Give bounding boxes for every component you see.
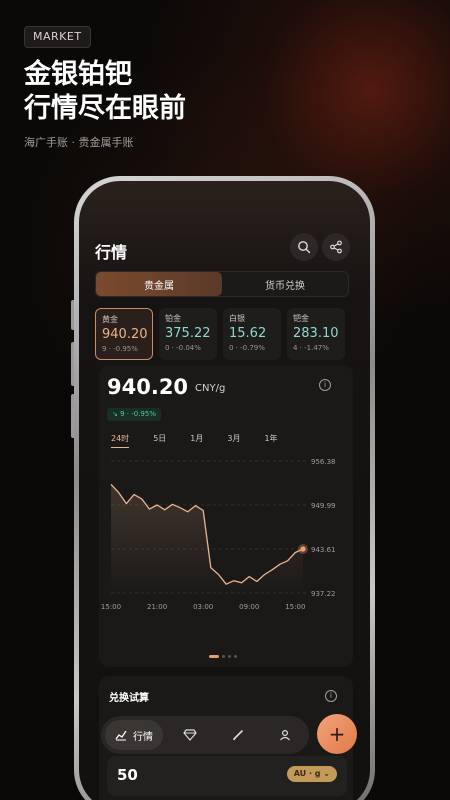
y-tick-label: 943.61 bbox=[311, 546, 336, 554]
subline: 海广手账 · 贵金属手账 bbox=[24, 136, 134, 149]
info-icon[interactable]: i bbox=[325, 690, 337, 702]
share-button[interactable] bbox=[322, 233, 350, 261]
metal-card-palladium[interactable]: 钯金 283.10 4 · -1.47% bbox=[287, 308, 345, 360]
user-icon bbox=[280, 729, 290, 741]
bottom-nav: 行情 bbox=[101, 716, 309, 754]
pencil-icon bbox=[232, 730, 243, 741]
x-tick-label: 15:00 bbox=[101, 603, 121, 611]
search-icon bbox=[298, 241, 311, 254]
price-delta-badge: ↘ 9 · -0.95% bbox=[107, 408, 161, 421]
metal-change: 4 · -1.47% bbox=[293, 344, 329, 352]
range-tab-1m[interactable]: 1月 bbox=[190, 433, 203, 448]
nav-item-profile[interactable] bbox=[265, 729, 305, 741]
range-tab-3m[interactable]: 3月 bbox=[227, 433, 240, 448]
amount-value: 50 bbox=[117, 766, 138, 784]
page-dot bbox=[228, 655, 231, 658]
amount-field[interactable]: 50 AU · g ⌄ bbox=[107, 756, 347, 796]
metal-name: 铂金 bbox=[165, 314, 181, 323]
chart-icon bbox=[115, 730, 127, 741]
nav-label: 行情 bbox=[133, 731, 153, 743]
page-title: 行情 bbox=[95, 243, 128, 262]
metal-price: 940.20 bbox=[102, 327, 148, 342]
metal-card-platinum[interactable]: 铂金 375.22 0 · -0.04% bbox=[159, 308, 217, 360]
metal-price: 375.22 bbox=[165, 326, 211, 341]
range-tab-24h[interactable]: 24时 bbox=[111, 433, 130, 448]
nav-item-assets[interactable] bbox=[170, 729, 210, 741]
y-tick-label: 937.22 bbox=[311, 590, 336, 598]
range-tabs: 24时 5日 1月 3月 1年 bbox=[111, 433, 278, 448]
x-tick-label: 03:00 bbox=[193, 603, 213, 611]
info-icon[interactable]: i bbox=[319, 379, 331, 391]
nav-item-market[interactable]: 行情 bbox=[105, 720, 163, 750]
metal-name: 钯金 bbox=[293, 314, 309, 323]
range-tab-5d[interactable]: 5日 bbox=[153, 433, 166, 448]
add-record-button[interactable]: + bbox=[317, 714, 357, 754]
market-tag: MARKET bbox=[24, 26, 91, 48]
search-button[interactable] bbox=[290, 233, 318, 261]
page-dot bbox=[234, 655, 237, 658]
page-dot bbox=[209, 655, 219, 658]
x-tick-label: 15:00 bbox=[285, 603, 305, 611]
x-tick-label: 21:00 bbox=[147, 603, 167, 611]
share-icon bbox=[330, 240, 342, 254]
metal-name: 白银 bbox=[229, 314, 245, 323]
metal-price: 283.10 bbox=[293, 326, 339, 341]
converter-title: 兑换试算 bbox=[109, 693, 149, 704]
segment-precious-metals[interactable]: 贵金属 bbox=[96, 272, 222, 296]
headline-line-1: 金银铂钯 bbox=[24, 59, 132, 90]
phone-screen: 行情 贵金属 货币兑换 黄金 940.20 9 · -0.95% 铂金 375.… bbox=[79, 181, 370, 800]
price-line-chart: 956.38 949.99 943.61 937.22 15:00 21:00 03:00 0… bbox=[101, 458, 336, 611]
metal-card-gold[interactable]: 黄金 940.20 9 · -0.95% bbox=[95, 308, 153, 360]
last-point-marker bbox=[300, 546, 306, 552]
metal-change: 0 · -0.04% bbox=[165, 344, 201, 352]
metal-change: 0 · -0.79% bbox=[229, 344, 265, 352]
metal-cards: 黄金 940.20 9 · -0.95% 铂金 375.22 0 · -0.04… bbox=[95, 308, 345, 360]
headline: 金银铂钯 行情尽在眼前 bbox=[24, 58, 186, 126]
nav-item-record[interactable] bbox=[218, 729, 258, 741]
diamond-icon bbox=[183, 729, 198, 741]
headline-line-2: 行情尽在眼前 bbox=[24, 93, 186, 124]
page-dot bbox=[222, 655, 225, 658]
y-tick-label: 956.38 bbox=[311, 458, 336, 466]
metal-price: 15.62 bbox=[229, 326, 267, 341]
phone-frame: 行情 贵金属 货币兑换 黄金 940.20 9 · -0.95% 铂金 375.… bbox=[74, 176, 375, 800]
metal-change: 9 · -0.95% bbox=[102, 345, 138, 353]
range-tab-1y[interactable]: 1年 bbox=[264, 433, 277, 448]
segment-currency-exchange[interactable]: 货币兑换 bbox=[222, 272, 348, 296]
metal-name: 黄金 bbox=[102, 315, 118, 324]
page-indicator bbox=[209, 655, 237, 658]
price-unit: CNY/g bbox=[195, 383, 226, 394]
price-chart-card: 940.20 CNY/g i ↘ 9 · -0.95% 24时 5日 1月 3月… bbox=[99, 365, 353, 667]
metal-card-silver[interactable]: 白银 15.62 0 · -0.79% bbox=[223, 308, 281, 360]
y-tick-label: 949.99 bbox=[311, 502, 336, 510]
current-price: 940.20 bbox=[107, 375, 189, 399]
category-segmented-control: 贵金属 货币兑换 bbox=[95, 271, 349, 297]
x-tick-label: 09:00 bbox=[239, 603, 259, 611]
unit-selector[interactable]: AU · g ⌄ bbox=[286, 766, 337, 782]
